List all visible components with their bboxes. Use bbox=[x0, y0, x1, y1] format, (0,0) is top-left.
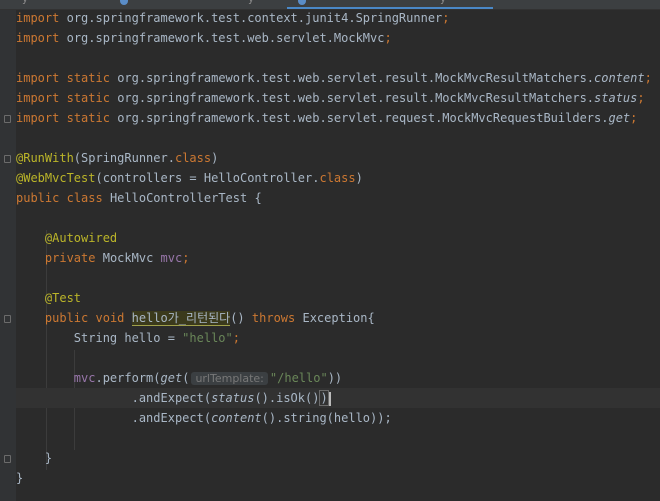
java-file-icon bbox=[298, 0, 306, 5]
code-editor[interactable]: import org.springframework.test.context.… bbox=[0, 8, 660, 488]
code-line: import static org.springframework.test.w… bbox=[16, 71, 652, 85]
parameter-hint: urlTemplate: bbox=[191, 372, 268, 385]
code-line: private MockMvc mvc; bbox=[44, 251, 190, 265]
editor-tab[interactable]: y bbox=[22, 0, 28, 6]
java-file-icon bbox=[120, 0, 128, 5]
editor-gutter[interactable] bbox=[0, 10, 16, 501]
code-line: @WebMvcTest(controllers = HelloControlle… bbox=[16, 171, 363, 185]
fold-end-icon[interactable] bbox=[4, 455, 11, 463]
editor-tab[interactable]: y bbox=[248, 0, 254, 6]
brace-match-highlight: ) bbox=[319, 390, 329, 406]
code-line: } bbox=[16, 471, 24, 485]
fold-end-icon[interactable] bbox=[4, 115, 11, 123]
code-line: import static org.springframework.test.w… bbox=[16, 91, 645, 105]
code-line: import static org.springframework.test.w… bbox=[16, 111, 638, 125]
fold-start-icon[interactable] bbox=[4, 155, 11, 163]
editor-tab-active[interactable]: y bbox=[440, 0, 446, 6]
code-line: @Test bbox=[44, 291, 82, 305]
code-line: import org.springframework.test.web.serv… bbox=[16, 31, 392, 45]
code-line: @Autowired bbox=[44, 231, 118, 245]
code-line: mvc.perform(get(urlTemplate: "/hello")) bbox=[73, 371, 343, 385]
code-line: import org.springframework.test.context.… bbox=[16, 11, 450, 25]
fold-start-icon[interactable] bbox=[4, 315, 11, 323]
method-name-warning[interactable]: hello가_리턴된다 bbox=[131, 311, 231, 326]
code-line: } bbox=[44, 451, 53, 465]
text-caret bbox=[328, 391, 331, 406]
code-line-current: .andExpect(status().isOk()) bbox=[0, 388, 660, 408]
code-line: @RunWith(SpringRunner.class) bbox=[16, 151, 219, 165]
code-line: public void hello가_리턴된다() throws Excepti… bbox=[44, 311, 375, 326]
code-line: public class HelloControllerTest { bbox=[16, 191, 262, 205]
code-line: .andExpect(content().string(hello)); bbox=[131, 411, 392, 425]
code-line: String hello = "hello"; bbox=[73, 331, 240, 345]
